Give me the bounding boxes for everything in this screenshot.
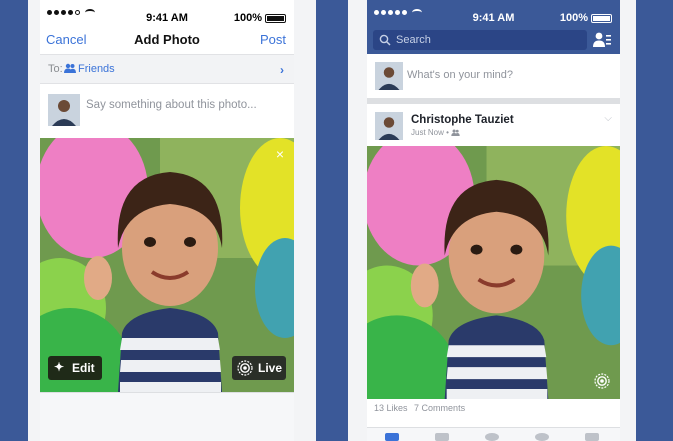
edit-button[interactable]: ✦ Edit: [48, 356, 102, 380]
friends-icon: [64, 63, 76, 73]
notifications-icon[interactable]: [535, 433, 549, 441]
live-button[interactable]: Live: [232, 356, 286, 380]
magic-wand-icon: ✦: [54, 360, 65, 374]
audience-selector[interactable]: To: Friends ›: [40, 54, 294, 84]
avatar: [48, 94, 80, 126]
chevron-right-icon: ›: [280, 63, 284, 77]
live-photo-icon: [237, 360, 253, 376]
status-bar: 9:41 AM 100%: [367, 0, 620, 28]
post-author[interactable]: Christophe Tauziet: [411, 114, 514, 126]
post-button[interactable]: Post: [260, 32, 286, 47]
post-time-text: Just Now •: [411, 128, 449, 137]
messenger-icon[interactable]: [485, 433, 499, 441]
to-label: To:: [48, 63, 63, 75]
audience-value: Friends: [78, 63, 115, 75]
background-middle: [316, 0, 348, 441]
status-bar: 9:41 AM 100%: [40, 0, 294, 28]
comments-count[interactable]: 7 Comments: [414, 403, 465, 413]
battery-icon: [265, 13, 286, 23]
news-feed-icon[interactable]: [385, 433, 399, 441]
friend-requests-icon[interactable]: [592, 30, 612, 50]
search-placeholder: Search: [396, 34, 431, 46]
battery-percent: 100%: [233, 12, 262, 24]
compose-row: Say something about this photo...: [40, 84, 294, 138]
attached-photo: × ✦ Edit Live: [40, 138, 294, 392]
facebook-header: 9:41 AM 100% Search: [367, 0, 620, 54]
close-icon[interactable]: ×: [276, 146, 284, 162]
battery-indicator: 100%: [560, 12, 612, 24]
nav-bar: Cancel Add Photo Post: [40, 26, 294, 54]
author-avatar[interactable]: [375, 112, 403, 140]
composer-toolbar: [40, 392, 294, 441]
battery-indicator: 100%: [234, 12, 286, 24]
page-title: Add Photo: [134, 32, 200, 47]
post-photo[interactable]: [367, 146, 620, 399]
right-phone-screen: 9:41 AM 100% Search What's on your mind?: [367, 0, 620, 441]
battery-percent: 100%: [559, 12, 588, 24]
live-photo-icon: [594, 373, 610, 389]
post-header: Christophe Tauziet Just Now • ⌵: [367, 104, 620, 146]
more-icon[interactable]: [585, 433, 599, 441]
requests-icon[interactable]: [435, 433, 449, 441]
post-timestamp: Just Now •: [411, 128, 460, 137]
friends-audience-icon: [451, 129, 460, 136]
left-phone-screen: 9:41 AM 100% Cancel Add Photo Post To: F…: [40, 0, 294, 441]
background-right: [636, 0, 673, 441]
caption-input[interactable]: Say something about this photo...: [86, 99, 257, 111]
tab-bar: [367, 427, 620, 441]
post-stats: 13 Likes 7 Comments: [374, 403, 469, 413]
status-placeholder: What's on your mind?: [407, 69, 514, 81]
live-label: Live: [258, 361, 283, 375]
status-composer[interactable]: What's on your mind?: [367, 54, 620, 98]
search-icon: [379, 34, 391, 46]
edit-label: Edit: [72, 361, 95, 375]
background-left: [0, 0, 28, 441]
avatar: [375, 62, 403, 90]
chevron-down-icon[interactable]: ⌵: [604, 113, 612, 124]
likes-count[interactable]: 13 Likes: [374, 403, 408, 413]
battery-icon: [591, 13, 612, 23]
search-input[interactable]: Search: [373, 30, 587, 50]
